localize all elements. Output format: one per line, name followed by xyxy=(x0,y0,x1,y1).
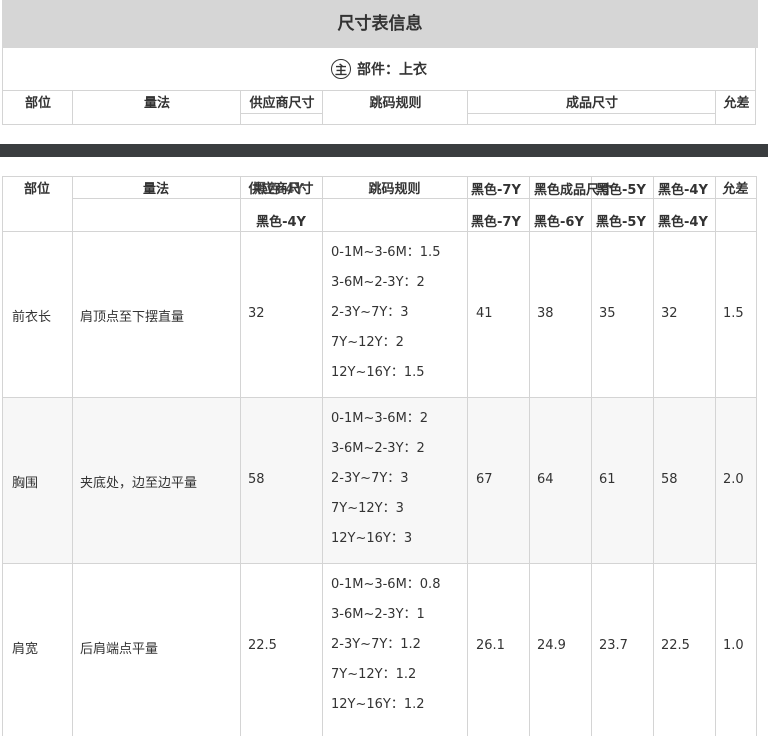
subheader-size-6y: 黑色-6Y xyxy=(534,215,584,230)
subheader-size-7y: 黑色-7Y xyxy=(471,215,521,230)
size-table: 部位 量法 供应商尺寸 黑色-4Y 跳码规则 黑色-7Y 黑色成品尺寸 黑色-5… xyxy=(2,176,758,736)
divider xyxy=(591,176,592,736)
divider xyxy=(715,91,716,124)
row-supplier-size: 32 xyxy=(248,306,265,321)
divider xyxy=(756,176,757,736)
row-tolerance: 2.0 xyxy=(723,472,744,487)
divider xyxy=(653,176,654,736)
row-rule: 12Y~16Y：3 xyxy=(331,531,413,546)
row-size-value: 22.5 xyxy=(661,638,690,653)
divider xyxy=(467,91,468,124)
row-position: 胸围 xyxy=(12,476,39,491)
row-tolerance: 1.0 xyxy=(723,638,744,653)
row-supplier-size: 58 xyxy=(248,472,265,487)
row-rule: 3-6M~2-3Y：2 xyxy=(331,275,425,290)
header-position: 部位 xyxy=(23,182,50,197)
header-supplier-sub-overlap: 黑色-4Y xyxy=(254,182,304,197)
row-rule: 0-1M~3-6M：1.5 xyxy=(331,245,441,260)
size-table-header-top: 部位 量法 供应商尺寸 跳码规则 成品尺寸 允差 xyxy=(2,91,756,125)
divider xyxy=(322,176,323,736)
row-rule: 2-3Y~7Y：3 xyxy=(331,471,409,486)
row-rule: 7Y~12Y：3 xyxy=(331,501,404,516)
row-size-value: 64 xyxy=(537,472,554,487)
row-supplier-size: 22.5 xyxy=(248,638,277,653)
row-method: 肩顶点至下摆直量 xyxy=(80,310,185,325)
main-badge-icon: 主 xyxy=(331,59,351,79)
divider xyxy=(72,176,73,736)
part-row: 主 部件：上衣 xyxy=(2,48,756,91)
row-size-value: 35 xyxy=(599,306,616,321)
row-size-value: 32 xyxy=(661,306,678,321)
header-finished-size: 成品尺寸 xyxy=(565,96,618,111)
row-size-value: 58 xyxy=(661,472,678,487)
header-method: 量法 xyxy=(142,182,169,197)
row-method: 后肩端点平量 xyxy=(80,642,159,657)
header-tolerance: 允差 xyxy=(723,96,750,111)
header-supplier-size-4y: 黑色-4Y xyxy=(256,215,306,230)
panel-title: 尺寸表信息 xyxy=(2,0,758,48)
row-position: 前衣长 xyxy=(12,310,52,325)
row-rule: 3-6M~2-3Y：1 xyxy=(331,607,425,622)
row-rule: 2-3Y~7Y：1.2 xyxy=(331,637,421,652)
part-label: 部件：上衣 xyxy=(357,62,427,78)
divider xyxy=(72,91,73,124)
row-rule: 7Y~12Y：1.2 xyxy=(331,667,417,682)
subheader-size-5y: 黑色-5Y xyxy=(596,215,646,230)
header-size-4y: 黑色-4Y xyxy=(658,183,708,198)
divider xyxy=(2,176,3,736)
divider xyxy=(467,176,468,736)
divider xyxy=(322,91,323,124)
divider xyxy=(468,113,715,114)
header-tolerance: 允差 xyxy=(722,182,749,197)
row-rule: 7Y~12Y：2 xyxy=(331,335,404,350)
header-supplier-size: 供应商尺寸 xyxy=(249,96,315,111)
row-method: 夹底处，边至边平量 xyxy=(80,476,198,491)
row-size-value: 38 xyxy=(537,306,554,321)
divider xyxy=(240,176,241,736)
row-size-value: 26.1 xyxy=(476,638,505,653)
row-size-value: 23.7 xyxy=(599,638,628,653)
divider xyxy=(2,231,757,232)
divider xyxy=(529,176,530,736)
header-position: 部位 xyxy=(24,96,51,111)
header-method: 量法 xyxy=(143,96,170,111)
row-size-value: 67 xyxy=(476,472,493,487)
header-size-7y: 黑色-7Y xyxy=(471,183,521,198)
header-size-5y: 黑色-5Y xyxy=(596,183,646,198)
divider xyxy=(2,397,757,398)
header-rules: 跳码规则 xyxy=(369,96,422,111)
row-size-value: 41 xyxy=(476,306,493,321)
divider xyxy=(2,563,757,564)
row-rule: 12Y~16Y：1.2 xyxy=(331,697,425,712)
row-rule: 3-6M~2-3Y：2 xyxy=(331,441,425,456)
row-rule: 12Y~16Y：1.5 xyxy=(331,365,425,380)
section-separator xyxy=(0,144,768,157)
row-tolerance: 1.5 xyxy=(723,306,744,321)
divider xyxy=(241,113,322,114)
row-size-value: 61 xyxy=(599,472,616,487)
divider xyxy=(240,91,241,124)
row-rule: 0-1M~3-6M：2 xyxy=(331,411,429,426)
row-size-value: 24.9 xyxy=(537,638,566,653)
row-rule: 2-3Y~7Y：3 xyxy=(331,305,409,320)
header-rules: 跳码规则 xyxy=(368,182,421,197)
row-rule: 0-1M~3-6M：0.8 xyxy=(331,577,441,592)
row-position: 肩宽 xyxy=(12,642,39,657)
divider xyxy=(2,176,757,177)
divider xyxy=(715,176,716,736)
subheader-size-4y: 黑色-4Y xyxy=(658,215,708,230)
